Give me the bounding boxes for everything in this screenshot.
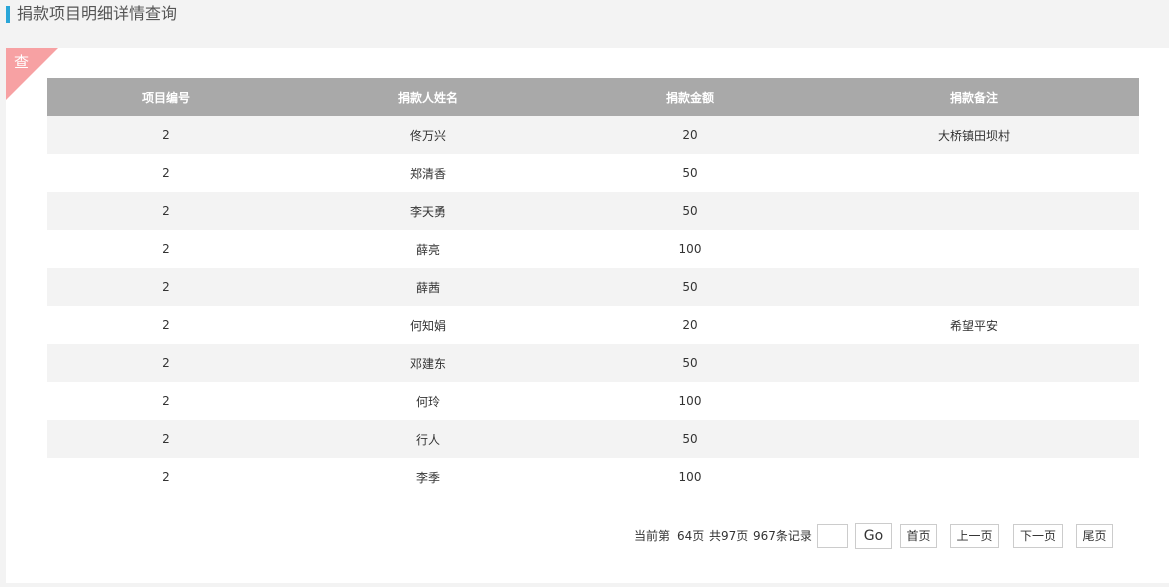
table-row: 2 何知娟 20 希望平安 — [47, 306, 1139, 344]
cell-amount: 20 — [571, 116, 809, 154]
table-row: 2 李天勇 50 — [47, 192, 1139, 230]
table-row: 2 郑清香 50 — [47, 154, 1139, 192]
cell-amount: 50 — [571, 268, 809, 306]
cell-project-id: 2 — [47, 382, 285, 420]
cell-donor-name: 行人 — [285, 420, 571, 458]
cell-amount: 50 — [571, 154, 809, 192]
cell-remark — [809, 344, 1139, 382]
cell-amount: 50 — [571, 192, 809, 230]
prev-page-button[interactable]: 上一页 — [950, 524, 999, 548]
cell-donor-name: 郑清香 — [285, 154, 571, 192]
page-title: 捐款项目明细详情查询 — [17, 4, 178, 23]
cell-amount: 100 — [571, 458, 809, 496]
cell-project-id: 2 — [47, 420, 285, 458]
page-number-input[interactable] — [817, 524, 848, 548]
cell-remark — [809, 268, 1139, 306]
total-records: 967条记录 — [753, 529, 812, 543]
next-page-button[interactable]: 下一页 — [1013, 524, 1063, 548]
go-button[interactable]: Go — [855, 523, 892, 549]
cell-remark — [809, 458, 1139, 496]
cell-amount: 100 — [571, 230, 809, 268]
last-page-button[interactable]: 尾页 — [1076, 524, 1113, 548]
pagination-bar: 当前第 64页 共97页 967条记录 Go 首页 上一页 下一页 尾页 — [6, 523, 1169, 549]
cell-amount: 20 — [571, 306, 809, 344]
cell-remark — [809, 230, 1139, 268]
total-pages: 共97页 — [709, 529, 749, 543]
cell-donor-name: 李天勇 — [285, 192, 571, 230]
cell-project-id: 2 — [47, 230, 285, 268]
cell-remark — [809, 382, 1139, 420]
table-row: 2 邓建东 50 — [47, 344, 1139, 382]
current-page-value: 64页 — [677, 529, 705, 543]
cell-remark — [809, 192, 1139, 230]
cell-donor-name: 何玲 — [285, 382, 571, 420]
results-panel: 查 项目编号 捐款人姓名 捐款金额 捐款备注 2 佟万兴 20 大桥镇田坝村 2… — [6, 48, 1169, 583]
corner-label: 查 — [14, 53, 30, 71]
cell-project-id: 2 — [47, 116, 285, 154]
title-accent-bar — [6, 6, 10, 23]
cell-project-id: 2 — [47, 306, 285, 344]
table-row: 2 何玲 100 — [47, 382, 1139, 420]
cell-donor-name: 何知娟 — [285, 306, 571, 344]
page-header: 捐款项目明细详情查询 — [0, 0, 1169, 48]
table-row: 2 行人 50 — [47, 420, 1139, 458]
column-header-remark: 捐款备注 — [809, 78, 1139, 116]
column-header-amount: 捐款金额 — [571, 78, 809, 116]
cell-project-id: 2 — [47, 268, 285, 306]
column-header-donor-name: 捐款人姓名 — [285, 78, 571, 116]
cell-remark — [809, 420, 1139, 458]
cell-amount: 100 — [571, 382, 809, 420]
cell-amount: 50 — [571, 344, 809, 382]
column-header-project-id: 项目编号 — [47, 78, 285, 116]
cell-donor-name: 薛亮 — [285, 230, 571, 268]
table-row: 2 李季 100 — [47, 458, 1139, 496]
cell-donor-name: 薛茜 — [285, 268, 571, 306]
cell-donor-name: 李季 — [285, 458, 571, 496]
first-page-button[interactable]: 首页 — [900, 524, 937, 548]
cell-remark: 大桥镇田坝村 — [809, 116, 1139, 154]
cell-project-id: 2 — [47, 344, 285, 382]
cell-remark: 希望平安 — [809, 306, 1139, 344]
cell-project-id: 2 — [47, 192, 285, 230]
cell-project-id: 2 — [47, 154, 285, 192]
cell-amount: 50 — [571, 420, 809, 458]
table-row: 2 薛亮 100 — [47, 230, 1139, 268]
donation-table: 项目编号 捐款人姓名 捐款金额 捐款备注 2 佟万兴 20 大桥镇田坝村 2 郑… — [47, 78, 1139, 496]
cell-donor-name: 邓建东 — [285, 344, 571, 382]
cell-donor-name: 佟万兴 — [285, 116, 571, 154]
table-header-row: 项目编号 捐款人姓名 捐款金额 捐款备注 — [47, 78, 1139, 116]
table-row: 2 薛茜 50 — [47, 268, 1139, 306]
current-page-label: 当前第 — [634, 529, 671, 543]
table-row: 2 佟万兴 20 大桥镇田坝村 — [47, 116, 1139, 154]
bottom-strip — [0, 583, 1169, 587]
cell-project-id: 2 — [47, 458, 285, 496]
cell-remark — [809, 154, 1139, 192]
